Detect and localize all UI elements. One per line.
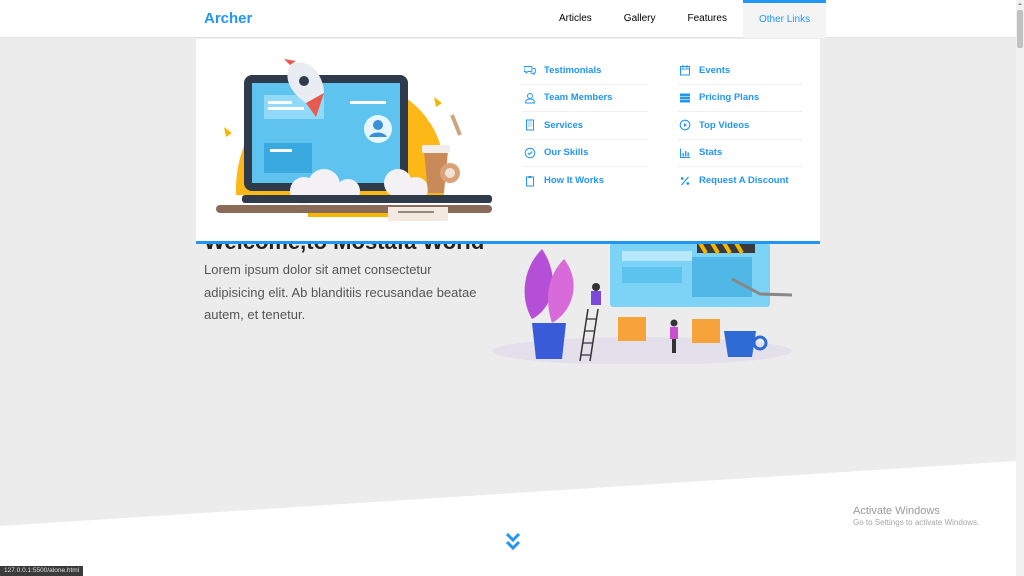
menu-item-events[interactable]: Events (677, 57, 803, 85)
menu-item-top-videos[interactable]: Top Videos (677, 112, 803, 140)
watermark-title: Activate Windows (853, 505, 940, 517)
menu-item-label: Services (544, 119, 584, 131)
mega-menu-illustration (216, 55, 492, 223)
comments-icon (524, 64, 536, 76)
menu-item-label: Request A Discount (699, 175, 789, 187)
menu-item-testimonials[interactable]: Testimonials (522, 57, 648, 85)
menu-item-our-skills[interactable]: Our Skills (522, 140, 648, 167)
menu-item-services[interactable]: Services (522, 112, 648, 140)
menu-item-pricing-plans[interactable]: Pricing Plans (677, 85, 803, 112)
clipboard-icon (524, 175, 536, 187)
menu-item-label: Team Members (544, 92, 613, 104)
double-chevron-down-icon[interactable] (505, 531, 521, 551)
menu-item-label: Top Videos (699, 119, 750, 131)
main-nav: Articles Gallery Features Other Links (543, 0, 827, 38)
menu-item-label: Pricing Plans (699, 92, 760, 104)
nav-link-other-links[interactable]: Other Links (742, 0, 827, 38)
bar-chart-icon (679, 147, 691, 159)
menu-item-how-it-works[interactable]: How It Works (522, 167, 648, 195)
page-scrollbar[interactable] (1016, 0, 1024, 576)
nav-link-gallery[interactable]: Gallery (608, 0, 672, 38)
check-circle-icon (524, 147, 536, 159)
mega-menu-column-2: Events Pricing Plans Top Videos Stats Re… (677, 57, 803, 195)
play-circle-icon (679, 119, 691, 131)
windows-activation-watermark: Activate Windows Go to Settings to activ… (853, 505, 979, 527)
scroll-up-icon[interactable] (1016, 0, 1024, 8)
landing-text: Lorem ipsum dolor sit amet consectetur a… (204, 262, 477, 322)
user-icon (524, 92, 536, 104)
server-icon (679, 92, 691, 104)
menu-item-team-members[interactable]: Team Members (522, 85, 648, 112)
mega-menu-column-1: Testimonials Team Members Services Our S… (522, 57, 648, 195)
landing-illustration (492, 241, 793, 364)
status-bar-url: 127.0.0.1:5500/alone.html (0, 566, 84, 576)
menu-item-label: Stats (699, 147, 723, 159)
menu-item-label: Testimonials (544, 64, 602, 76)
site-header: Archer Articles Gallery Features Other L… (0, 0, 1016, 38)
nav-link-features[interactable]: Features (671, 0, 742, 38)
menu-item-request-a-discount[interactable]: Request A Discount (677, 167, 803, 195)
watermark-subtitle: Go to Settings to activate Windows. (853, 518, 980, 527)
menu-item-label: How It Works (544, 175, 604, 187)
calendar-icon (679, 64, 691, 76)
menu-item-label: Events (699, 64, 731, 76)
menu-item-label: Our Skills (544, 147, 589, 159)
logo[interactable]: Archer (204, 10, 252, 27)
scrollbar-thumb[interactable] (1017, 10, 1023, 48)
nav-link-articles[interactable]: Articles (543, 0, 608, 38)
building-icon (524, 119, 536, 131)
menu-item-stats[interactable]: Stats (677, 140, 803, 167)
percent-icon (679, 175, 691, 187)
mega-menu: Testimonials Team Members Services Our S… (196, 39, 820, 244)
